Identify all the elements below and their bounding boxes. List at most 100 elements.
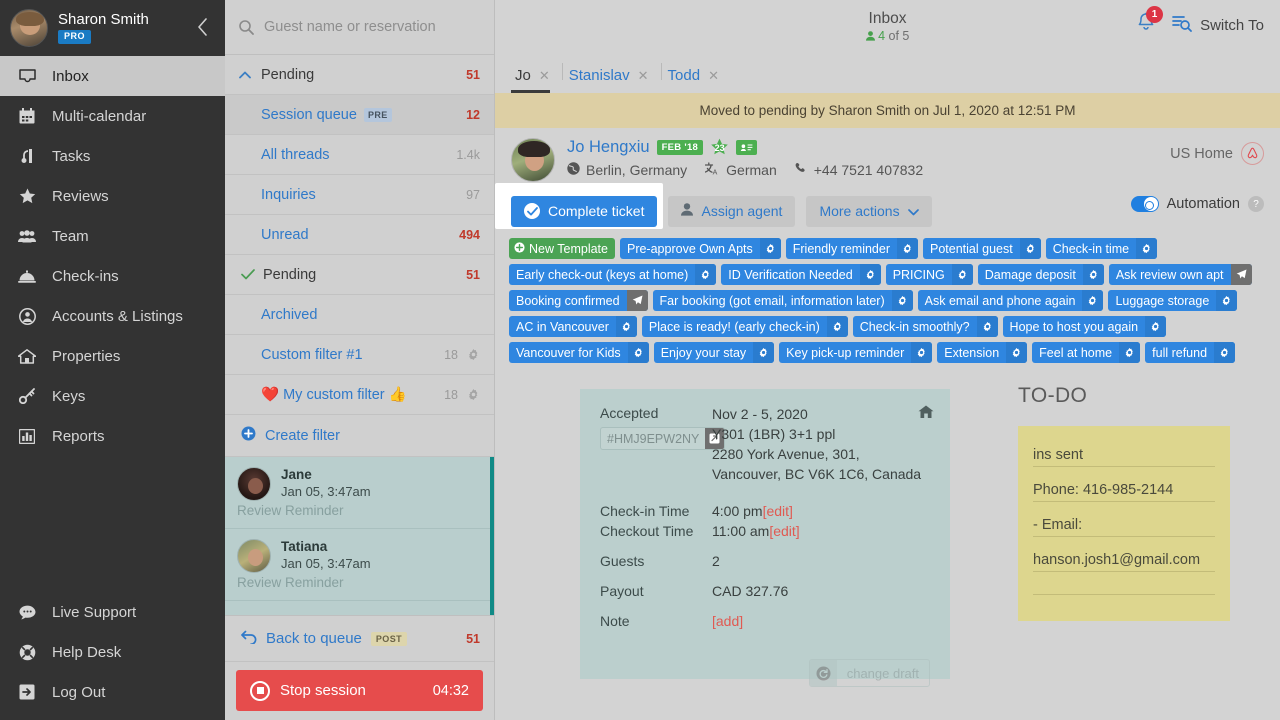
sidebar-item-team[interactable]: Team (0, 216, 225, 256)
filter-item-all-threads[interactable]: All threads 1.4k (225, 135, 494, 175)
template-chip[interactable]: full refund (1145, 342, 1236, 363)
gear-icon[interactable] (1119, 342, 1141, 363)
confirmation-code-pill[interactable]: #HMJ9EPW2NY (600, 427, 726, 450)
filter-item-pending-checked[interactable]: Pending 51 (225, 255, 494, 295)
gear-icon[interactable] (759, 238, 781, 259)
todo-note[interactable]: ins sent Phone: 416-985-2144 - Email: ha… (1018, 426, 1230, 621)
tab-jo[interactable]: Jo ✕ (511, 67, 562, 93)
new-template-button[interactable]: New Template (509, 238, 615, 259)
filter-group-pending-open[interactable]: Pending 51 (225, 55, 494, 95)
template-chip[interactable]: Vancouver for Kids (509, 342, 649, 363)
template-chip[interactable]: Potential guest (923, 238, 1041, 259)
more-actions-button[interactable]: More actions (806, 195, 932, 227)
gear-icon[interactable] (859, 264, 881, 285)
sidebar-item-properties[interactable]: Properties (0, 336, 225, 376)
close-icon[interactable]: ✕ (708, 68, 719, 84)
sidebar-item-help-desk[interactable]: Help Desk (0, 632, 225, 672)
gear-icon[interactable] (1145, 316, 1167, 337)
assign-agent-button[interactable]: Assign agent (668, 195, 796, 227)
gear-icon[interactable] (1216, 290, 1238, 311)
help-icon[interactable]: ? (1248, 196, 1264, 212)
tab-todd[interactable]: Todd ✕ (664, 67, 731, 93)
gear-icon[interactable] (753, 342, 775, 363)
template-chip[interactable]: Ask email and phone again (917, 290, 1104, 311)
complete-ticket-button[interactable]: Complete ticket (511, 195, 658, 227)
gear-icon[interactable] (1006, 342, 1028, 363)
gear-icon[interactable] (695, 264, 717, 285)
sidebar-item-accounts-listings[interactable]: Accounts & Listings (0, 296, 225, 336)
template-chip[interactable]: Luggage storage (1108, 290, 1238, 311)
gear-icon[interactable] (615, 316, 637, 337)
gear-icon[interactable] (627, 342, 649, 363)
sidebar-item-keys[interactable]: Keys (0, 376, 225, 416)
create-filter-button[interactable]: Create filter (225, 415, 494, 457)
template-chip[interactable]: ID Verification Needed (721, 264, 881, 285)
gear-icon[interactable] (1136, 238, 1158, 259)
change-draft-button[interactable]: change draft (808, 659, 930, 687)
sidebar-item-reports[interactable]: Reports (0, 416, 225, 456)
close-icon[interactable]: ✕ (638, 68, 649, 84)
back-to-queue-button[interactable]: Back to queue POST 51 (225, 615, 494, 662)
gear-icon[interactable] (1214, 342, 1236, 363)
sidebar-item-live-support[interactable]: Live Support (0, 592, 225, 632)
template-chip[interactable]: Place is ready! (early check-in) (641, 316, 848, 337)
template-chip[interactable]: Enjoy your stay (653, 342, 775, 363)
close-icon[interactable]: ✕ (539, 68, 550, 84)
template-chip[interactable]: Damage deposit (977, 264, 1104, 285)
automation-toggle[interactable] (1130, 196, 1159, 212)
template-chip[interactable]: Feel at home (1032, 342, 1141, 363)
gear-icon[interactable] (897, 238, 919, 259)
sidebar-item-reviews[interactable]: Reviews (0, 176, 225, 216)
template-chip[interactable]: Pre-approve Own Apts (619, 238, 781, 259)
gear-icon[interactable] (1019, 238, 1041, 259)
gear-icon[interactable] (467, 348, 480, 361)
tab-stanislav[interactable]: Stanislav ✕ (565, 67, 661, 93)
template-chip[interactable]: Hope to host you again (1002, 316, 1167, 337)
gear-icon[interactable] (1082, 264, 1104, 285)
list-item[interactable]: Tatiana Jan 05, 3:47am Review Reminder (225, 529, 494, 601)
user-profile[interactable]: Sharon Smith PRO (0, 0, 225, 56)
gear-icon[interactable] (826, 316, 848, 337)
gear-icon[interactable] (1082, 290, 1104, 311)
search-input[interactable] (264, 19, 480, 35)
template-chip[interactable]: Friendly reminder (785, 238, 919, 259)
template-chip[interactable]: AC in Vancouver (509, 316, 637, 337)
filter-item-archived[interactable]: Archived (225, 295, 494, 335)
send-plane-icon[interactable] (626, 290, 648, 311)
switch-to-button[interactable]: Switch To (1172, 14, 1264, 36)
filter-item-inquiries[interactable]: Inquiries 97 (225, 175, 494, 215)
edit-checkout-link[interactable]: [edit] (769, 523, 799, 539)
template-chip[interactable]: Ask review own apt (1108, 264, 1252, 285)
edit-checkin-link[interactable]: [edit] (763, 503, 793, 519)
template-chip[interactable]: Booking confirmed (509, 290, 648, 311)
gear-icon[interactable] (467, 388, 480, 401)
sidebar-item-tasks[interactable]: Tasks (0, 136, 225, 176)
send-plane-icon[interactable] (1230, 264, 1252, 285)
sidebar-item-multi-calendar[interactable]: Multi-calendar (0, 96, 225, 136)
sidebar-item-check-ins[interactable]: Check-ins (0, 256, 225, 296)
filter-item-custom-filter-1[interactable]: Custom filter #1 18 (225, 335, 494, 375)
template-chip[interactable]: Key pick-up reminder (779, 342, 933, 363)
notifications-button[interactable]: 1 (1136, 6, 1164, 38)
guest-name[interactable]: Jo Hengxiu (567, 138, 650, 157)
collapse-sidebar-button[interactable] (189, 14, 215, 40)
template-chip[interactable]: Check-in smoothly? (852, 316, 998, 337)
list-item[interactable]: Jane Jan 05, 3:47am Review Reminder (225, 457, 494, 529)
template-chip[interactable]: Check-in time (1045, 238, 1158, 259)
gear-icon[interactable] (976, 316, 998, 337)
sidebar-item-inbox[interactable]: Inbox (0, 56, 225, 96)
sidebar-item-log-out[interactable]: Log Out (0, 672, 225, 712)
template-chip[interactable]: Far booking (got email, information late… (652, 290, 913, 311)
gear-icon[interactable] (891, 290, 913, 311)
template-chip[interactable]: PRICING (885, 264, 973, 285)
add-note-link[interactable]: [add] (712, 601, 932, 631)
template-chip[interactable]: Extension (937, 342, 1028, 363)
filter-item-unread[interactable]: Unread 494 (225, 215, 494, 255)
template-chip-label: Vancouver for Kids (516, 345, 621, 360)
filter-item-session-queue[interactable]: Session queue PRE 12 (225, 95, 494, 135)
gear-icon[interactable] (911, 342, 933, 363)
template-chip[interactable]: Early check-out (keys at home) (509, 264, 717, 285)
gear-icon[interactable] (951, 264, 973, 285)
filter-item-my-custom-filter[interactable]: ❤️ My custom filter 👍 18 (225, 375, 494, 415)
stop-session-button[interactable]: Stop session 04:32 (236, 670, 483, 711)
